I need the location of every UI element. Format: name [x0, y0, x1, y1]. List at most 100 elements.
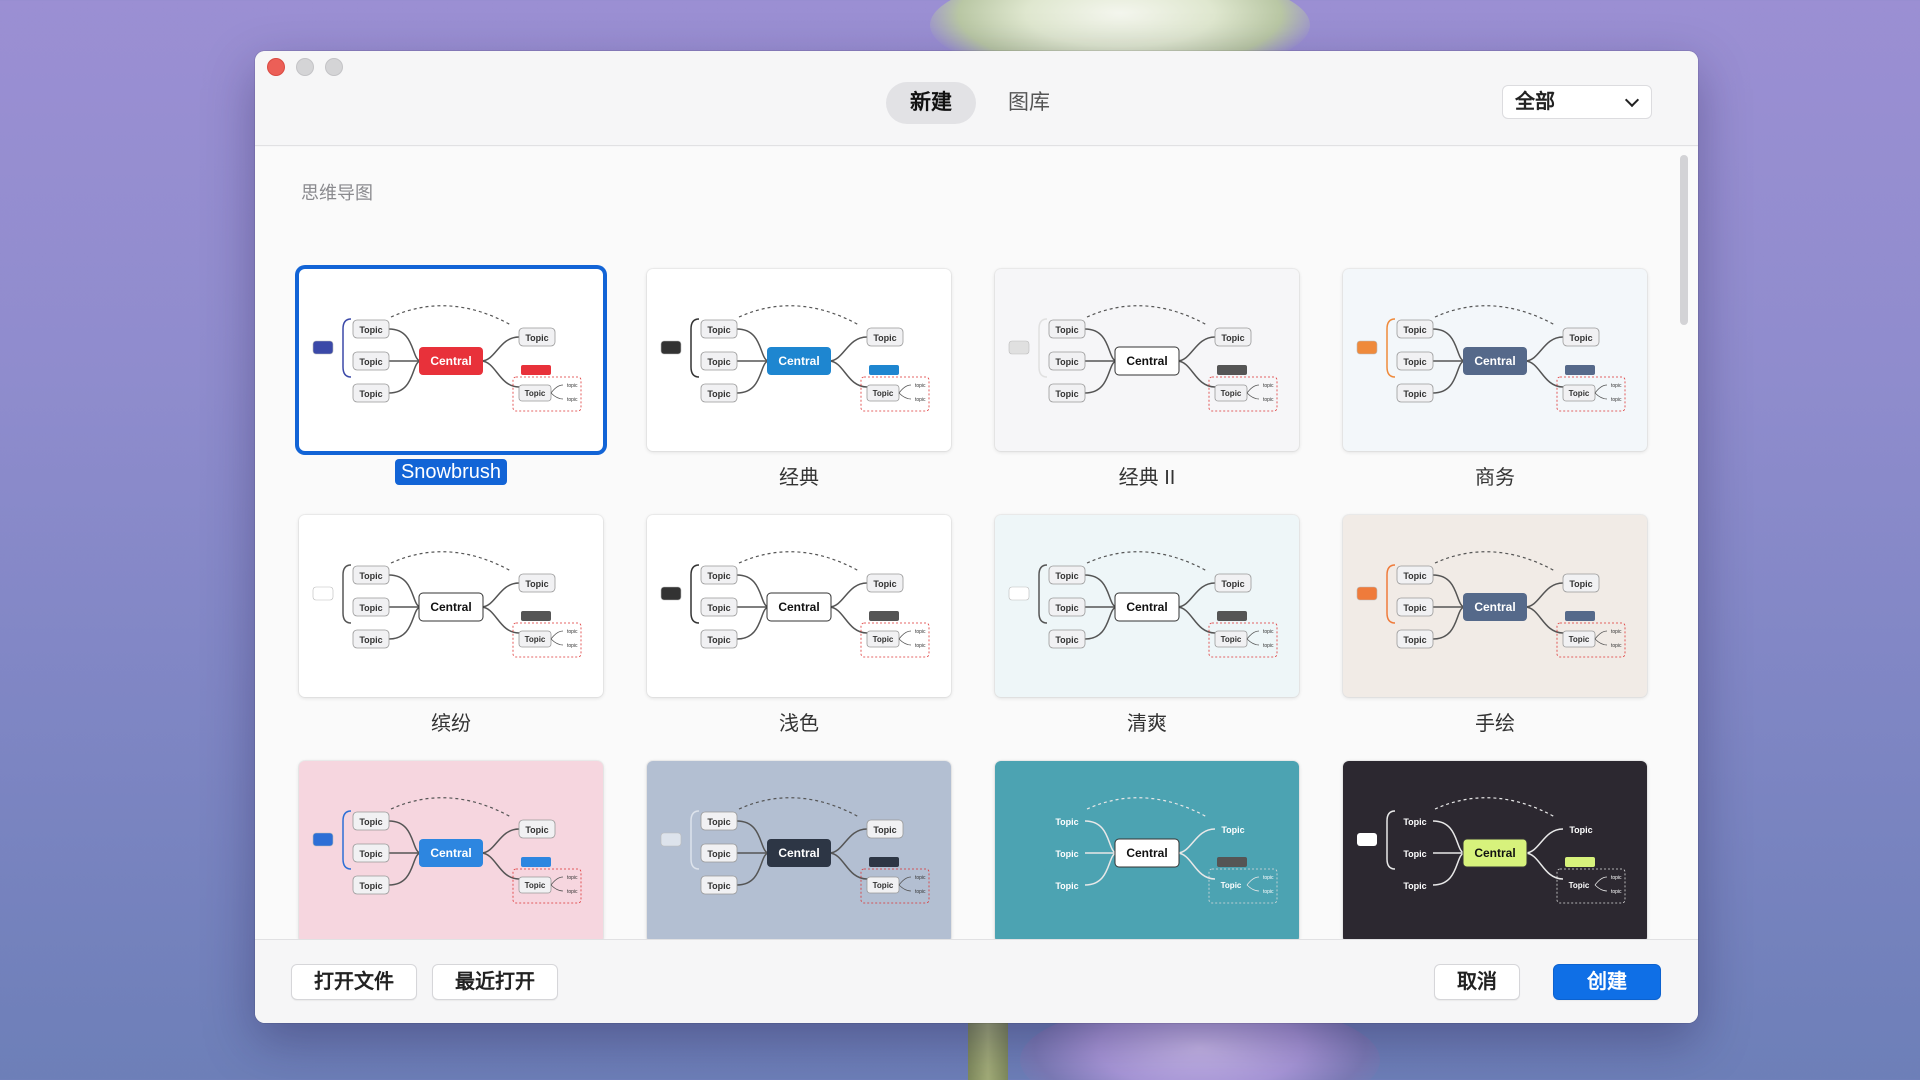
- create-button[interactable]: 创建: [1553, 964, 1661, 1000]
- template-grid-area[interactable]: 思维导图 Topic Topic Topic Central Topic Topic top…: [255, 147, 1698, 939]
- mindmap-preview: Topic Topic Topic Central Topic Topic topic top…: [660, 305, 930, 412]
- cancel-button[interactable]: 取消: [1434, 964, 1520, 1000]
- accent-marker: [312, 586, 334, 601]
- topic-node: Topic: [1048, 597, 1086, 617]
- topic-label: Topic: [1403, 571, 1426, 581]
- template-name[interactable]: Snowbrush: [299, 459, 603, 485]
- topic-node: Topic: [1214, 327, 1252, 347]
- topic-label: Topic: [1055, 357, 1078, 367]
- topic-label: Topic: [1403, 817, 1426, 827]
- template-card[interactable]: Topic Topic Topic Central Topic Topic topic top…: [647, 269, 951, 451]
- topic-node: Topic: [518, 327, 556, 347]
- minimize-window-button[interactable]: [296, 58, 314, 76]
- subtopic-label: topic: [1263, 629, 1274, 635]
- mindmap-preview: Topic Topic Topic Central Topic Topic topic top…: [1009, 797, 1278, 904]
- subtopic-label: topic: [915, 397, 926, 403]
- topic-label: Topic: [1221, 825, 1244, 835]
- template-card[interactable]: Topic Topic Topic Central Topic Topic topic top…: [995, 269, 1299, 451]
- central-node: Central: [1462, 838, 1528, 868]
- topic-node: Topic: [352, 319, 390, 339]
- topic-label: Topic: [359, 571, 382, 581]
- topic-node: Topic: [1214, 630, 1248, 648]
- template-card[interactable]: Topic Topic Topic Central Topic Topic topic top…: [647, 515, 951, 697]
- template-name-text: 经典: [779, 467, 819, 489]
- section-title: 思维导图: [301, 183, 373, 203]
- topic-label: Topic: [1055, 603, 1078, 613]
- template-name[interactable]: 商务: [1343, 461, 1647, 490]
- central-node: Central: [767, 839, 831, 867]
- topic-label: Topic: [1403, 635, 1426, 645]
- topic-label: Topic: [1221, 389, 1242, 398]
- topic-label: Topic: [707, 357, 730, 367]
- open-file-button[interactable]: 打开文件: [291, 964, 417, 1000]
- topic-label: Topic: [707, 389, 730, 399]
- central-label: Central: [1126, 600, 1167, 614]
- central-node: Central: [1114, 346, 1180, 376]
- recent-files-button[interactable]: 最近打开: [432, 964, 558, 1000]
- tab-new[interactable]: 新建: [886, 82, 976, 124]
- topic-node: Topic: [866, 630, 900, 648]
- topic-node: Topic: [866, 384, 900, 402]
- tab-gallery[interactable]: 图库: [984, 82, 1074, 124]
- template-name[interactable]: 浅色: [647, 707, 951, 736]
- topic-node: Topic: [352, 843, 390, 863]
- topic-label: Topic: [525, 579, 548, 589]
- topic-node: Topic: [1562, 573, 1600, 593]
- template-card[interactable]: Topic Topic Topic Central Topic Topic topic top…: [995, 515, 1299, 697]
- topic-label: Topic: [1403, 357, 1426, 367]
- title-bar: 新建 图库 全部: [255, 51, 1698, 146]
- topic-node: Topic: [1396, 383, 1434, 403]
- accent-marker: [660, 340, 682, 355]
- topic-label: Topic: [873, 635, 894, 644]
- topic-node: Topic: [352, 383, 390, 403]
- category-filter-value: 全部: [1515, 91, 1555, 113]
- topic-node: Topic: [518, 573, 556, 593]
- subtopic-label: topic: [567, 629, 578, 635]
- mindmap-preview: Topic Topic Topic Central Topic Topic topic top…: [312, 551, 582, 658]
- topic-label: Topic: [1221, 635, 1242, 644]
- topic-node: Topic: [700, 875, 738, 895]
- topic-node: Topic: [1569, 825, 1592, 835]
- maximize-window-button[interactable]: [325, 58, 343, 76]
- topic-node: Topic: [352, 597, 390, 617]
- template-name-text: 清爽: [1127, 713, 1167, 735]
- subtopic-label: topic: [1611, 397, 1622, 403]
- topic-label: Topic: [1055, 849, 1078, 859]
- template-card[interactable]: Topic Topic Topic Central Topic Topic topic top…: [995, 761, 1299, 939]
- topic-node: Topic: [866, 819, 904, 839]
- template-name[interactable]: 经典: [647, 461, 951, 490]
- topic-label: Topic: [873, 389, 894, 398]
- subtopic-label: topic: [915, 875, 926, 881]
- vertical-scrollbar[interactable]: [1680, 155, 1688, 325]
- topic-node: Topic: [866, 573, 904, 593]
- template-card[interactable]: Topic Topic Topic Central Topic Topic topic top…: [1343, 269, 1647, 451]
- central-node: Central: [419, 347, 483, 375]
- topic-node: Topic: [1403, 881, 1426, 891]
- template-name[interactable]: 清爽: [995, 707, 1299, 736]
- accent-marker: [1008, 586, 1030, 601]
- template-name-text: 手绘: [1475, 713, 1515, 735]
- template-card[interactable]: Topic Topic Topic Central Topic Topic topic top…: [647, 761, 951, 939]
- subtopic-label: topic: [1263, 889, 1274, 895]
- template-card[interactable]: Topic Topic Topic Central Topic Topic topic top…: [299, 761, 603, 939]
- close-window-button[interactable]: [267, 58, 285, 76]
- template-name[interactable]: 缤纷: [299, 707, 603, 736]
- subtopic-label: topic: [915, 629, 926, 635]
- template-name[interactable]: 手绘: [1343, 707, 1647, 736]
- template-name[interactable]: 经典 II: [995, 461, 1299, 490]
- template-card[interactable]: Topic Topic Topic Central Topic Topic topic top…: [1343, 761, 1647, 939]
- topic-label: Topic: [1403, 325, 1426, 335]
- category-filter-select[interactable]: 全部: [1502, 85, 1652, 119]
- accent-marker: [312, 832, 334, 847]
- topic-node: Topic: [700, 319, 738, 339]
- topic-label: Topic: [1055, 881, 1078, 891]
- topic-node: Topic: [1562, 630, 1596, 648]
- topic-label: Topic: [707, 635, 730, 645]
- topic-label: Topic: [525, 333, 548, 343]
- template-card[interactable]: Topic Topic Topic Central Topic Topic topic top…: [299, 269, 603, 451]
- template-card[interactable]: Topic Topic Topic Central Topic Topic topic top…: [299, 515, 603, 697]
- topic-node: Topic: [352, 351, 390, 371]
- template-card[interactable]: Topic Topic Topic Central Topic Topic topic top…: [1343, 515, 1647, 697]
- topic-node: Topic: [1048, 351, 1086, 371]
- central-label: Central: [1126, 846, 1167, 860]
